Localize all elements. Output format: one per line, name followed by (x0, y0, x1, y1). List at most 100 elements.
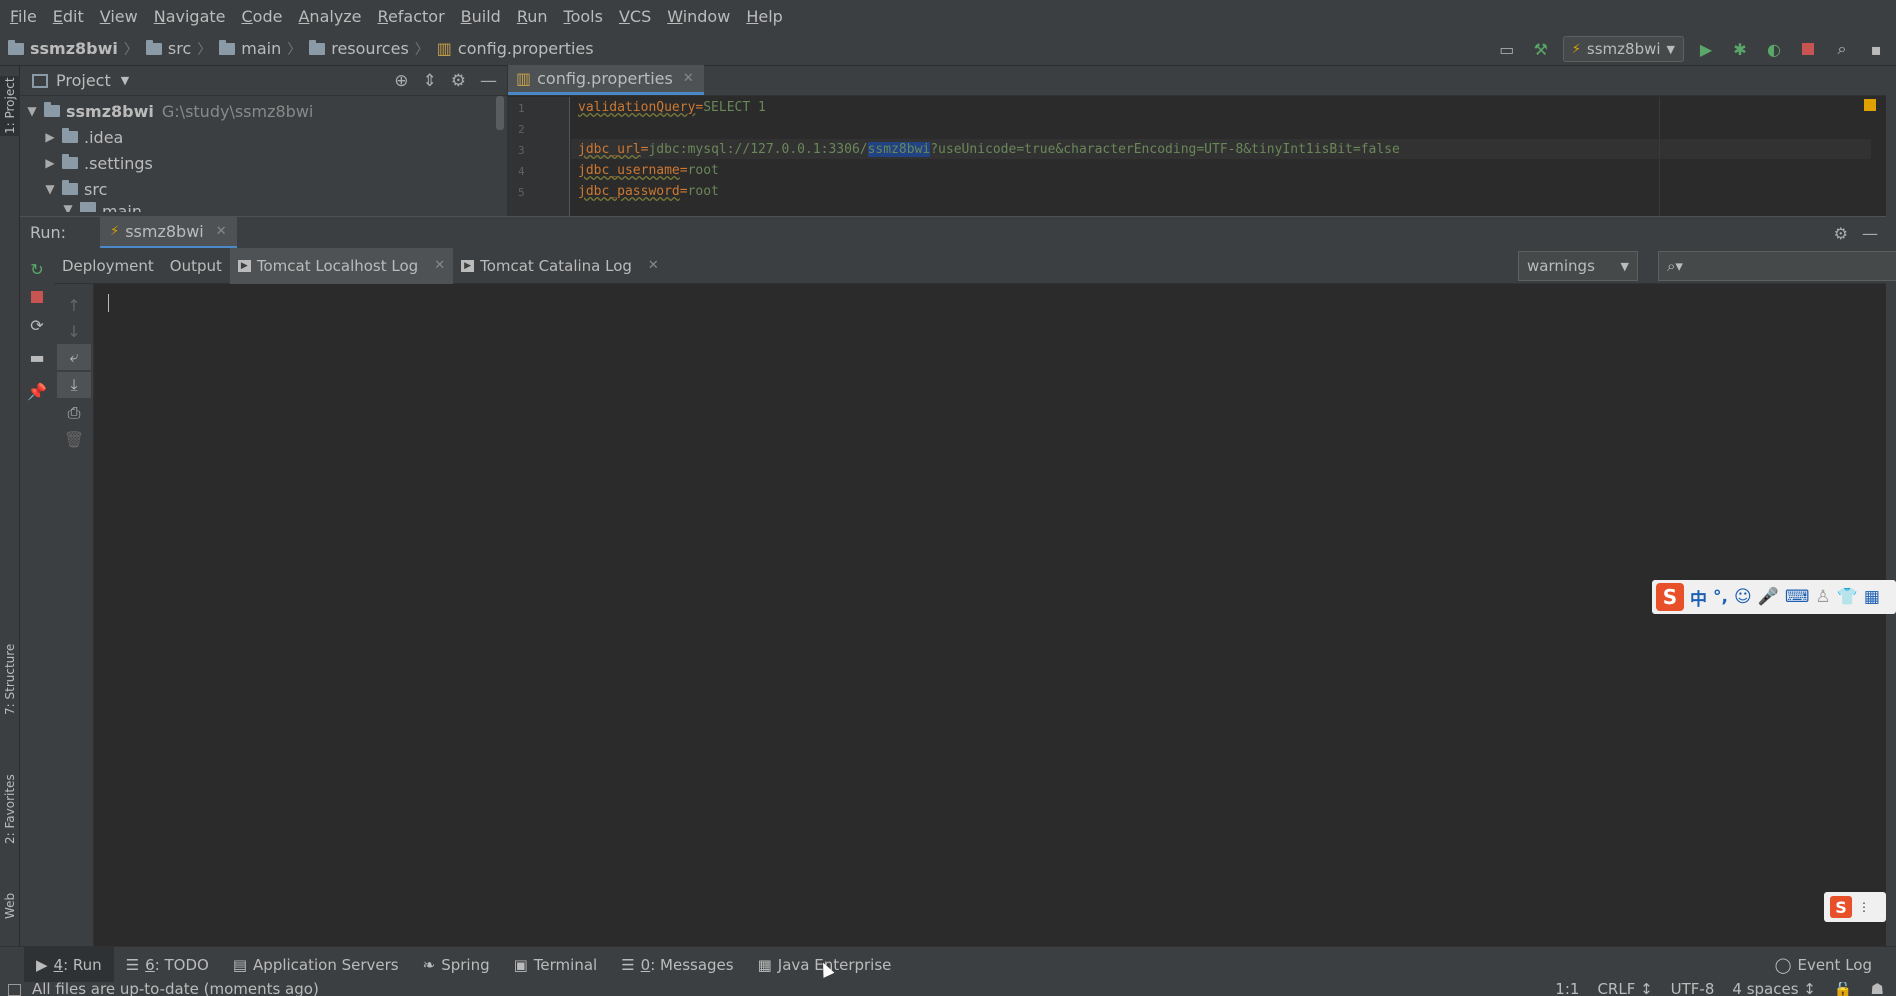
tool-windows-toggle-icon[interactable] (8, 984, 21, 996)
warning-marker-icon[interactable] (1864, 99, 1876, 111)
menu-help[interactable]: Help (738, 7, 790, 26)
ime-language-toggle[interactable]: 中 (1690, 585, 1707, 610)
favorites-tool-tab[interactable]: 2: Favorites (0, 766, 20, 852)
tree-item-main[interactable]: ▼ main (20, 202, 507, 212)
tree-item-settings[interactable]: ▶ .settings (20, 150, 507, 176)
line-separator[interactable]: CRLF ↕ (1597, 982, 1652, 996)
project-view-select[interactable]: Project (56, 71, 111, 90)
skin-icon[interactable]: 👕 (1837, 587, 1858, 607)
search-everywhere-icon[interactable]: ⌕ (1830, 37, 1854, 61)
expand-arrow-icon[interactable]: ▼ (60, 202, 76, 212)
menu-edit[interactable]: Edit (45, 7, 92, 26)
menu-vcs[interactable]: VCS (611, 7, 659, 26)
gear-icon[interactable]: ⚙ (451, 71, 466, 91)
close-icon[interactable]: ✕ (434, 258, 445, 273)
code-line-5[interactable]: jdbc_password=root (578, 184, 719, 199)
breadcrumb-src[interactable]: src 〉 (138, 32, 211, 65)
subtab-tomcat-localhost-log[interactable]: ▶ Tomcat Localhost Log ✕ (229, 247, 454, 284)
tool-tab-messages[interactable]: ☰ 0: Messages (609, 947, 745, 983)
menu-run[interactable]: Run (509, 7, 556, 26)
project-tool-tab[interactable]: 1: Project (0, 76, 20, 136)
close-icon[interactable]: ✕ (216, 224, 227, 239)
project-structure-icon[interactable]: ▭ (1495, 37, 1519, 61)
stop-icon[interactable] (20, 284, 54, 310)
tree-item-root[interactable]: ▼ ssmz8bwi G:\study\ssmz8bwi (20, 98, 507, 124)
expand-arrow-icon[interactable]: ▼ (42, 182, 58, 196)
structure-tool-tab[interactable]: 7: Structure (0, 636, 20, 722)
scroll-down-icon[interactable]: ↓ (57, 318, 91, 344)
run-configuration-select[interactable]: ⚡ ssmz8bwi ▼ (1562, 36, 1684, 62)
build-hammer-icon[interactable]: ⚒ (1529, 37, 1553, 61)
overflow-icon[interactable]: ▪ (1864, 37, 1888, 61)
run-tab-ssmz8bwi[interactable]: ⚡ ssmz8bwi ✕ (100, 216, 237, 249)
tree-item-idea[interactable]: ▶ .idea (20, 124, 507, 150)
tool-tab-application-servers[interactable]: ▤ Application Servers (221, 947, 411, 983)
print-icon[interactable]: ⎙ (57, 400, 91, 426)
user-icon[interactable]: ♙ (1815, 587, 1830, 607)
punctuation-icon[interactable]: °, (1713, 587, 1728, 607)
file-encoding[interactable]: UTF-8 (1671, 982, 1715, 996)
menu-analyze[interactable]: Analyze (290, 7, 369, 26)
code-line-3[interactable]: jdbc_url=jdbc:mysql://127.0.0.1:3306/ssm… (578, 142, 1400, 157)
tool-tab-run[interactable]: ▶ 4: Run (24, 946, 114, 983)
soft-wrap-icon[interactable]: ⤶ (57, 344, 91, 370)
subtab-deployment[interactable]: Deployment (54, 248, 162, 284)
coverage-icon[interactable]: ◐ (1762, 37, 1786, 61)
sogou-logo-icon[interactable]: S (1656, 583, 1684, 611)
menu-view[interactable]: View (92, 7, 146, 26)
sogou-logo-icon[interactable]: S (1830, 896, 1852, 918)
indent-setting[interactable]: 4 spaces ↕ (1732, 982, 1815, 996)
minimize-icon[interactable]: — (1862, 224, 1878, 243)
log-level-filter-select[interactable]: warnings ▼ (1518, 251, 1638, 281)
keyboard-icon[interactable]: ⌨ (1785, 587, 1810, 607)
more-icon[interactable]: ⋮ (1858, 900, 1870, 914)
console-output[interactable] (94, 284, 1886, 946)
locate-icon[interactable]: ⊕ (394, 71, 408, 91)
tool-tab-spring[interactable]: ❧ Spring (411, 947, 502, 983)
close-icon[interactable]: ✕ (648, 258, 659, 273)
breadcrumb-main[interactable]: main 〉 (211, 32, 301, 65)
expand-arrow-icon[interactable]: ▼ (24, 104, 40, 118)
hide-icon[interactable]: — (480, 71, 497, 91)
code-line-4[interactable]: jdbc_username=root (578, 163, 719, 178)
project-scrollbar[interactable] (496, 96, 504, 130)
emoji-icon[interactable]: ☺ (1734, 587, 1752, 607)
log-search-field[interactable]: ⌕▾ (1658, 251, 1896, 281)
close-icon[interactable]: ✕ (683, 71, 694, 86)
caret-position[interactable]: 1:1 (1555, 982, 1579, 996)
subtab-tomcat-catalina-log[interactable]: ▶ Tomcat Catalina Log ✕ (453, 248, 667, 284)
gear-icon[interactable]: ⚙ (1834, 224, 1848, 243)
layout-icon[interactable]: ▬ (20, 344, 54, 370)
trash-icon[interactable]: 🗑 (57, 426, 91, 452)
menu-code[interactable]: Code (234, 7, 291, 26)
menu-window[interactable]: Window (659, 7, 738, 26)
breadcrumb-project[interactable]: ssmz8bwi 〉 (0, 32, 138, 65)
menu-grid-icon[interactable]: ▦ (1864, 587, 1880, 607)
microphone-icon[interactable]: 🎤 (1758, 587, 1779, 607)
menu-tools[interactable]: Tools (556, 7, 611, 26)
code-line-1[interactable]: validationQuery=SELECT 1 (578, 100, 766, 115)
collapse-arrow-icon[interactable]: ▶ (42, 156, 58, 170)
menu-file[interactable]: File (2, 7, 45, 26)
menu-refactor[interactable]: Refactor (370, 7, 453, 26)
breadcrumb-file[interactable]: ▥ config.properties (429, 32, 594, 65)
tool-tab-terminal[interactable]: ▣ Terminal (502, 947, 610, 983)
event-log-button[interactable]: ◯ Event Log (1775, 947, 1872, 983)
scroll-up-icon[interactable]: ↑ (57, 292, 91, 318)
scroll-to-end-icon[interactable]: ⤓ (57, 372, 91, 398)
debug-icon[interactable]: ✱ (1728, 37, 1752, 61)
pin-icon[interactable]: 📌 (20, 378, 54, 404)
rerun-icon[interactable]: ↻ (20, 256, 54, 282)
lock-icon[interactable]: 🔓 (1834, 982, 1853, 996)
menu-navigate[interactable]: Navigate (146, 7, 234, 26)
tree-item-src[interactable]: ▼ src (20, 176, 507, 202)
stop-icon[interactable] (1796, 37, 1820, 61)
editor-tab-config-properties[interactable]: ▥ config.properties ✕ (508, 65, 704, 95)
inspector-icon[interactable]: ☗ (1871, 982, 1884, 996)
tool-tab-todo[interactable]: ☰ 6: TODO (114, 947, 221, 983)
update-app-icon[interactable]: ⟳ (20, 312, 54, 338)
collapse-all-icon[interactable]: ⇕ (423, 71, 437, 91)
collapse-arrow-icon[interactable]: ▶ (42, 130, 58, 144)
breadcrumb-resources[interactable]: resources 〉 (301, 32, 429, 65)
web-tool-tab[interactable]: Web (0, 886, 20, 926)
